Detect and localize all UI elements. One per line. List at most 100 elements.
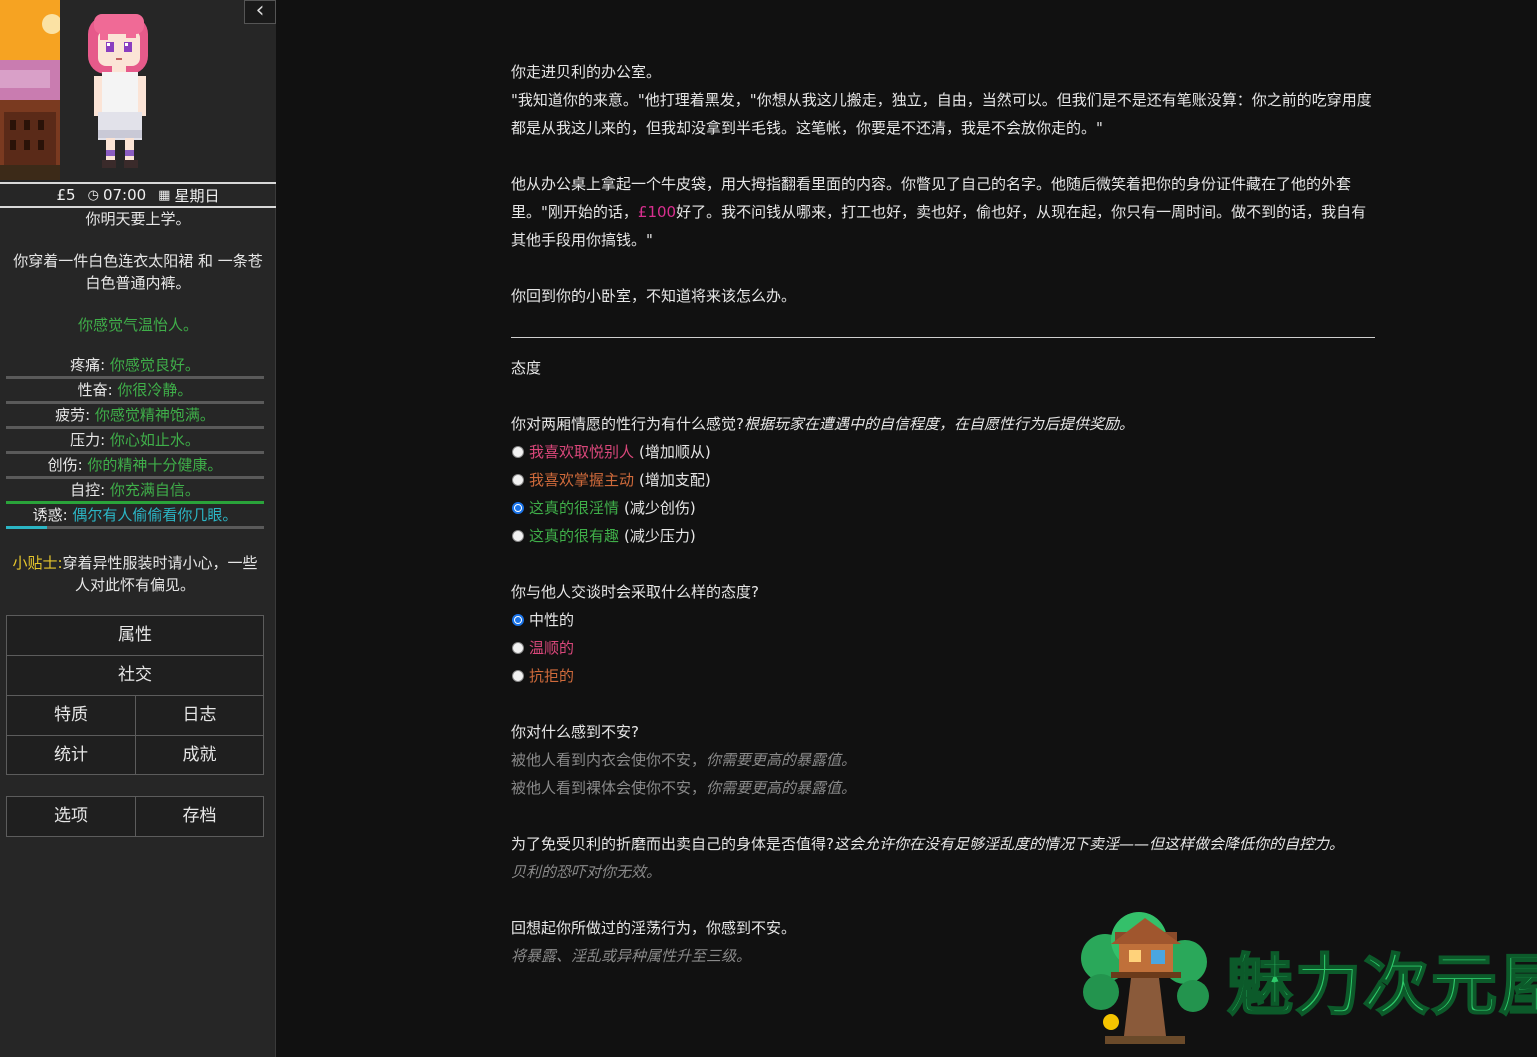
- question-insecurity: 你对什么感到不安?: [511, 723, 639, 741]
- sell-body-note: 贝利的恐吓对你无效。: [511, 863, 662, 881]
- main-passage: 你走进贝利的办公室。 "我知道你的来意。"他打理着黑发，"你想从我这儿搬走，独立…: [511, 58, 1375, 970]
- day-text: 星期日: [174, 186, 220, 205]
- question-hint: 这会允许你在没有足够淫乱度的情况下卖淫——但这样做会降低你的自控力。: [833, 835, 1344, 853]
- radio-button[interactable]: [512, 530, 524, 542]
- collapse-sidebar-button[interactable]: ‹: [244, 0, 276, 24]
- calendar-icon: ▦: [158, 187, 171, 203]
- radio-button[interactable]: [512, 614, 524, 626]
- statistics-button[interactable]: 统计: [6, 735, 136, 775]
- talk-attitude-option[interactable]: 温顺的: [511, 634, 1375, 662]
- attitude-heading: 态度: [511, 359, 542, 377]
- sex-attitude-option[interactable]: 我喜欢掌握主动 (增加支配): [511, 466, 1375, 494]
- time-display: ◷ 07:00: [88, 186, 147, 204]
- traits-button[interactable]: 特质: [6, 695, 136, 736]
- meter-label: 压力:: [70, 431, 106, 449]
- status-bar: £5 ◷ 07:00 ▦ 星期日: [0, 182, 276, 208]
- option-label[interactable]: 中性的: [529, 606, 574, 634]
- option-label[interactable]: 这真的很有趣: [529, 522, 619, 550]
- saves-button[interactable]: 存档: [135, 796, 264, 837]
- treehouse-logo-icon: [1081, 912, 1209, 1044]
- sex-attitude-option[interactable]: 这真的很淫情 (减少创伤): [511, 494, 1375, 522]
- meter-bar: [6, 526, 264, 529]
- radio-button[interactable]: [512, 502, 524, 514]
- options-button[interactable]: 选项: [6, 796, 136, 837]
- meter-label: 创伤:: [47, 456, 83, 474]
- story-line-4: 你回到你的小卧室，不知道将来该怎么办。: [511, 287, 797, 305]
- status-meter: 自控: 你充满自信。: [6, 479, 264, 504]
- meter-value: 你的精神十分健康。: [87, 456, 223, 474]
- question-sell-body: 为了免受贝利的折磨而出卖自己的身体是否值得?这会允许你在没有足够淫乱度的情况下卖…: [511, 830, 1375, 858]
- sidebar: ‹ £5 ◷ 07:00 ▦ 星期日 你明天要上学。 你穿着一件白色连衣太阳裙 …: [0, 0, 276, 1057]
- status-meter: 疲劳: 你感觉精神饱满。: [6, 404, 264, 429]
- question-text: 你对两厢情愿的性行为有什么感觉?: [511, 415, 744, 433]
- insecurity-text: 被他人看到内衣会使你不安，: [511, 751, 707, 769]
- background-scene-image: [0, 0, 60, 180]
- clock-icon: ◷: [87, 187, 99, 203]
- tomorrow-notice: 你明天要上学。: [85, 210, 191, 228]
- meter-label: 性奋:: [77, 381, 113, 399]
- question-text: 为了免受贝利的折磨而出卖自己的身体是否值得?: [511, 835, 834, 853]
- meter-fill: [6, 526, 48, 529]
- meter-value: 你充满自信。: [109, 481, 200, 499]
- tip-label: 小贴士:: [12, 554, 63, 572]
- radio-button[interactable]: [512, 670, 524, 682]
- sex-attitude-option[interactable]: 我喜欢取悦别人 (增加顺从): [511, 438, 1375, 466]
- tip-text: 穿着异性服装时请小心，一些人对此怀有偏见。: [62, 554, 258, 594]
- story-line-2: "我知道你的来意。"他打理着黑发，"你想从我这儿搬走，独立，自由，当然可以。但我…: [511, 91, 1372, 137]
- story-line-1: 你走进贝利的办公室。: [511, 63, 662, 81]
- option-label[interactable]: 抗拒的: [529, 662, 574, 690]
- meter-label: 自控:: [70, 481, 106, 499]
- radio-button[interactable]: [512, 446, 524, 458]
- status-meters: 疼痛: 你感觉良好。 性奋: 你很冷静。 疲劳: 你感觉精神饱满。 压力: 你心如止水…: [6, 354, 264, 529]
- radio-button[interactable]: [512, 642, 524, 654]
- attributes-button[interactable]: 属性: [6, 615, 264, 656]
- option-label[interactable]: 我喜欢掌握主动: [529, 466, 634, 494]
- watermark-text: 魅力次元屋: [1226, 946, 1537, 1025]
- status-meter: 疼痛: 你感觉良好。: [6, 354, 264, 379]
- status-meter: 性奋: 你很冷静。: [6, 379, 264, 404]
- insecurity-text: 被他人看到裸体会使你不安，: [511, 779, 707, 797]
- question-sex-attitude: 你对两厢情愿的性行为有什么感觉?根据玩家在遭遇中的自信程度，在自愿性行为后提供奖…: [511, 410, 1375, 438]
- meter-label: 疼痛:: [70, 356, 106, 374]
- temperature-status: 你感觉气温怡人。: [77, 316, 198, 334]
- meter-value: 你感觉良好。: [109, 356, 200, 374]
- question-hint: 根据玩家在遭遇中的自信程度，在自愿性行为后提供奖励。: [743, 415, 1134, 433]
- money-display: £5: [56, 186, 76, 204]
- radio-button[interactable]: [512, 474, 524, 486]
- chevron-left-icon: ‹: [255, 0, 265, 23]
- tip-box: 小贴士:穿着异性服装时请小心，一些人对此怀有偏见。: [6, 552, 264, 596]
- talk-attitude-options: 中性的 温顺的 抗拒的: [511, 606, 1375, 690]
- sex-attitude-option[interactable]: 这真的很有趣 (减少压力): [511, 522, 1375, 550]
- time-text: 07:00: [102, 186, 147, 204]
- option-effect: (减少压力): [624, 527, 696, 545]
- talk-attitude-option[interactable]: 中性的: [511, 606, 1375, 634]
- option-label[interactable]: 这真的很淫情: [529, 494, 619, 522]
- talk-attitude-option[interactable]: 抗拒的: [511, 662, 1375, 690]
- insecurity-line: 被他人看到内衣会使你不安，你需要更高的暴露值。: [511, 746, 1375, 774]
- meter-value: 你很冷静。: [117, 381, 193, 399]
- status-meter: 压力: 你心如止水。: [6, 429, 264, 454]
- meter-value: 偶尔有人偷偷看你几眼。: [72, 506, 238, 524]
- insecurity-lines: 被他人看到内衣会使你不安，你需要更高的暴露值。 被他人看到裸体会使你不安，你需要更…: [511, 746, 1375, 802]
- meter-value: 你感觉精神饱满。: [94, 406, 215, 424]
- option-effect: (增加支配): [639, 471, 711, 489]
- status-meter: 诱惑: 偶尔有人偷偷看你几眼。: [6, 504, 264, 529]
- meter-value: 你心如止水。: [109, 431, 200, 449]
- insecurity-hint: 你需要更高的暴露值。: [706, 779, 857, 797]
- divider: [511, 337, 1375, 338]
- insecurity-hint: 你需要更高的暴露值。: [706, 751, 857, 769]
- insecurity-line: 被他人看到裸体会使你不安，你需要更高的暴露值。: [511, 774, 1375, 802]
- option-effect: (减少创伤): [624, 499, 696, 517]
- sidebar-info: 你明天要上学。 你穿着一件白色连衣太阳裙 和 一条苍白色普通内裤。 你感觉气温怡…: [0, 208, 276, 336]
- option-label[interactable]: 我喜欢取悦别人: [529, 438, 634, 466]
- journal-button[interactable]: 日志: [135, 695, 264, 736]
- meter-label: 诱惑:: [32, 506, 68, 524]
- debt-amount: £100: [637, 203, 677, 221]
- day-display: ▦ 星期日: [158, 185, 219, 206]
- portrait-area: ‹: [0, 0, 276, 182]
- social-button[interactable]: 社交: [6, 655, 264, 696]
- watermark: 魅力次元屋: [1075, 910, 1537, 1050]
- option-label[interactable]: 温顺的: [529, 634, 574, 662]
- achievements-button[interactable]: 成就: [135, 735, 264, 775]
- question-talk-attitude: 你与他人交谈时会采取什么样的态度?: [511, 583, 759, 601]
